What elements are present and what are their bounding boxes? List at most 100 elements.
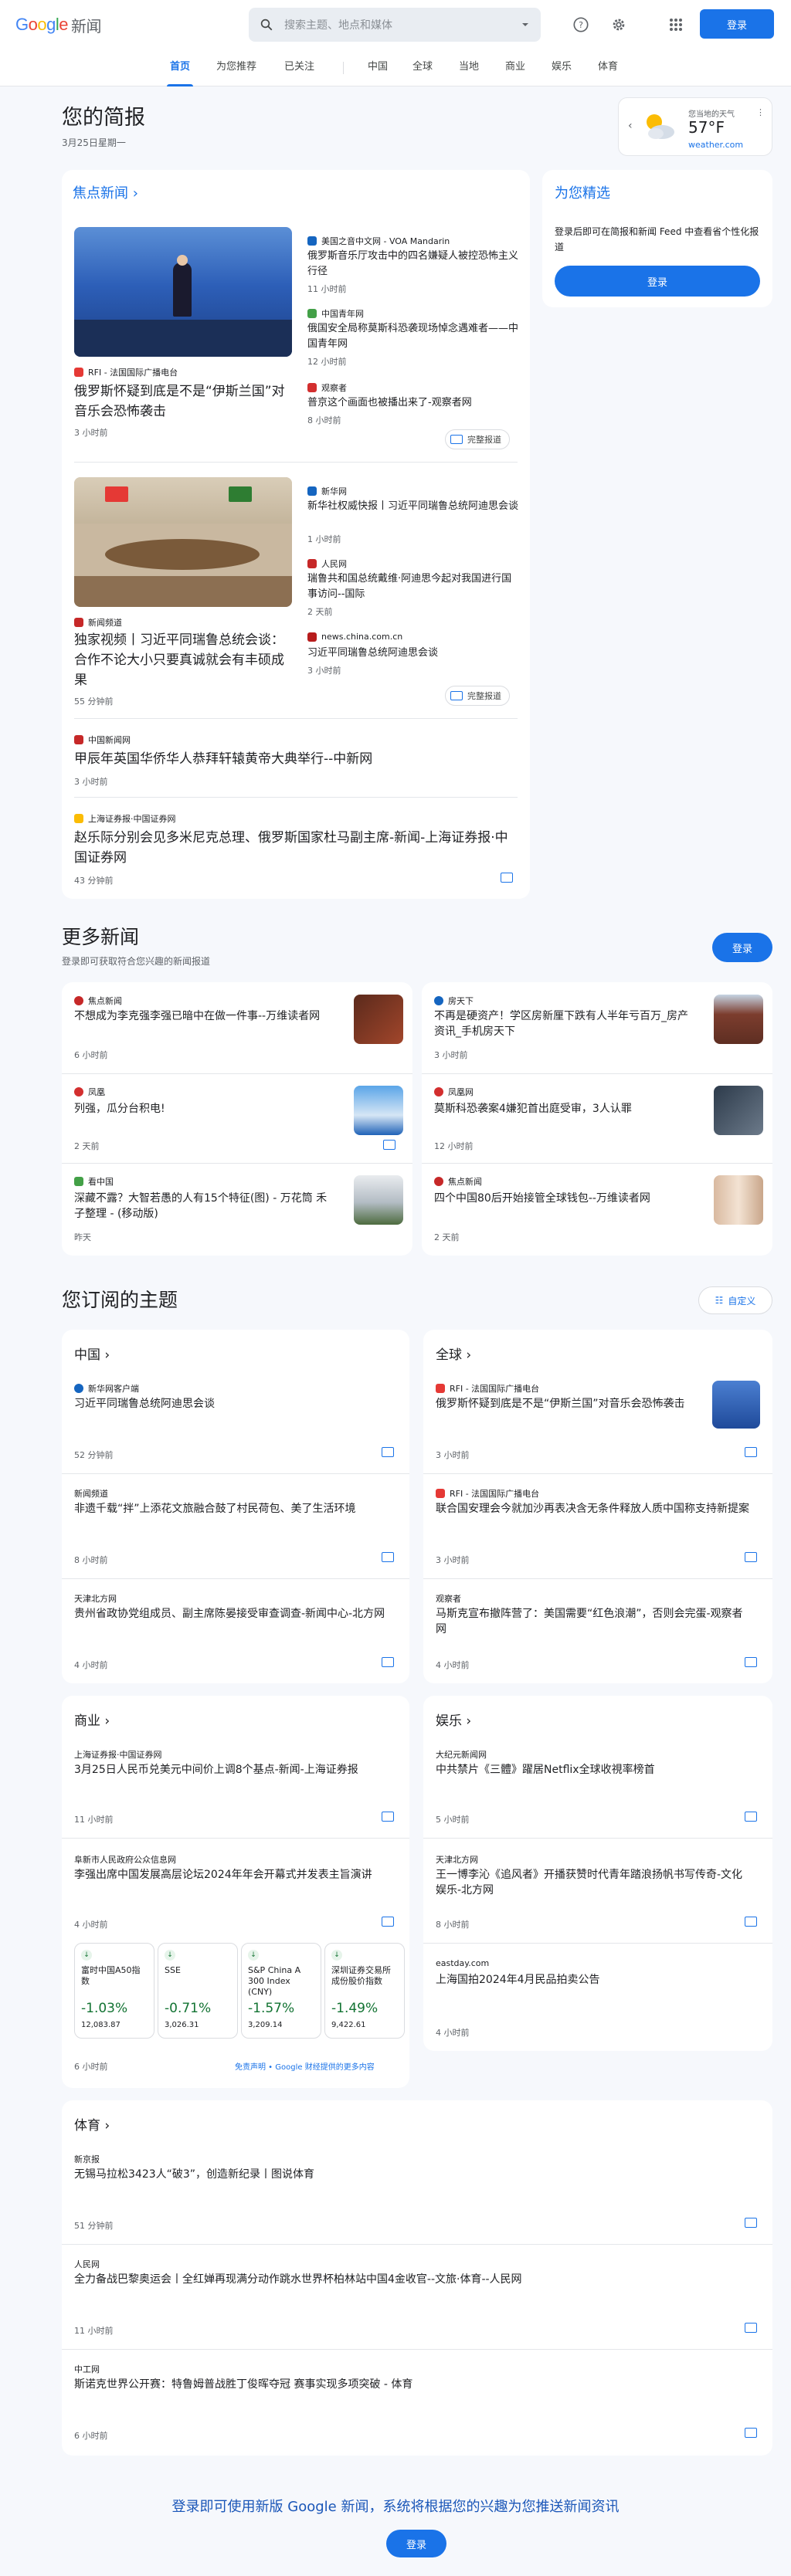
search-icon[interactable]: [260, 18, 273, 32]
story-headline[interactable]: 上海国拍2024年4月民品拍卖公告: [436, 1972, 752, 1988]
stock-change: -1.49%: [331, 2001, 379, 2016]
story-headline[interactable]: 普京这个画面也被播出来了-观察者网: [307, 395, 519, 411]
story-headline[interactable]: 斯诺克世界公开赛：特鲁姆普战胜丁俊晖夺冠 赛事实现多项突破 - 体育: [74, 2377, 754, 2392]
tab-entertainment[interactable]: 娱乐: [552, 60, 572, 86]
story-headline[interactable]: 俄罗斯音乐厅攻击中的四名嫌疑人被控恐怖主义行径: [307, 249, 519, 280]
story-headline[interactable]: 无锡马拉松3423人“破3”，创造新纪录丨图说体育: [74, 2167, 754, 2182]
story-headline[interactable]: 四个中国80后开始接管全球钱包--万维读者网: [434, 1191, 689, 1206]
story-thumbnail[interactable]: [714, 1086, 763, 1135]
story-image-meeting[interactable]: [74, 477, 292, 607]
story-headline[interactable]: 不再是硬资产！学区房新厘下跌有人半年亏百万_房产资讯_手机房天下: [434, 1008, 689, 1039]
story-headline[interactable]: 3月25日人民币兑美元中间价上调8个基点-新闻-上海证券报: [74, 1762, 391, 1778]
story-headline[interactable]: 非遗千载“拌”上添花文旅融合鼓了村民荷包、美了生活环境: [74, 1501, 391, 1517]
topic-link-entertainment[interactable]: 娱乐 ›: [436, 1710, 471, 1729]
full-coverage-icon[interactable]: [382, 1812, 394, 1822]
tab-for-you[interactable]: 为您推荐: [216, 60, 256, 86]
story-headline[interactable]: 俄罗斯怀疑到底是不是“伊斯兰国”对音乐会恐怖袭击: [436, 1396, 701, 1412]
top-stories-link[interactable]: 焦点新闻 ›: [73, 182, 138, 202]
topic-link-business[interactable]: 商业 ›: [74, 1710, 110, 1729]
story-headline[interactable]: 不想成为李克强李强已暗中在做一件事--万维读者网: [74, 1008, 329, 1024]
tab-home[interactable]: 首页: [166, 60, 194, 86]
stock-card[interactable]: ↓ S&P China A 300 Index (CNY) -1.57% 3,2…: [241, 1943, 321, 2039]
help-icon[interactable]: ?: [569, 12, 593, 37]
full-coverage-icon[interactable]: [745, 1447, 757, 1457]
dropdown-arrow-icon[interactable]: [521, 20, 530, 29]
weather-source-link[interactable]: weather.com: [688, 140, 743, 150]
customize-button[interactable]: ☷ 自定义: [698, 1286, 772, 1314]
story-source: news.china.com.cn: [307, 632, 402, 642]
story-headline[interactable]: 瑞鲁共和国总统戴维·阿迪思今起对我国进行国事访问--国际: [307, 571, 519, 602]
story-headline[interactable]: 俄国安全局称莫斯科恐袭现场悼念遇难者——中国青年网: [307, 321, 519, 352]
story-thumbnail[interactable]: [712, 1381, 760, 1429]
story-headline[interactable]: 俄罗斯怀疑到底是不是“伊斯兰国”对音乐会恐怖袭击: [74, 381, 292, 422]
chevron-left-icon[interactable]: ‹: [628, 120, 633, 132]
divider: [422, 1163, 772, 1164]
story-headline[interactable]: 习近平同瑞鲁总统阿迪思会谈: [307, 646, 519, 661]
tab-sports[interactable]: 体育: [598, 60, 618, 86]
story-thumbnail[interactable]: [354, 995, 403, 1044]
story-thumbnail[interactable]: [714, 1175, 763, 1225]
full-coverage-icon[interactable]: [745, 1917, 757, 1927]
full-coverage-icon[interactable]: [745, 1552, 757, 1562]
tab-world[interactable]: 全球: [412, 60, 433, 86]
full-coverage-icon[interactable]: [745, 2218, 757, 2228]
full-coverage-icon[interactable]: [745, 2323, 757, 2333]
topic-link-china[interactable]: 中国 ›: [74, 1344, 110, 1363]
full-coverage-button[interactable]: 完整报道: [445, 686, 510, 706]
story-headline[interactable]: 深藏不露？大智若愚的人有15个特征(图) - 万花筒 禾子整理 - (移动版): [74, 1191, 329, 1222]
topic-link-sports[interactable]: 体育 ›: [74, 2114, 110, 2134]
full-coverage-icon[interactable]: [382, 1657, 394, 1667]
tab-following[interactable]: 已关注: [284, 60, 314, 86]
story-thumbnail[interactable]: [354, 1086, 403, 1135]
story-time: 3 小时前: [74, 777, 108, 787]
story-headline[interactable]: 独家视频丨习近平同瑞鲁总统会谈：合作不论大小只要真诚就会有丰硕成果: [74, 630, 292, 690]
tab-local[interactable]: 当地: [459, 60, 479, 86]
stock-card[interactable]: ↓ 富时中国A50指数 -1.03% 12,083.87: [74, 1943, 154, 2039]
footer-signin-button[interactable]: 登录: [386, 2530, 446, 2557]
story-headline[interactable]: 李强出席中国发展高层论坛2024年年会开幕式并发表主旨演讲: [74, 1867, 391, 1883]
stocks-disclaimer-link[interactable]: 免责声明 • Google 财经提供的更多内容: [235, 2060, 375, 2072]
stock-card[interactable]: ↓ SSE -0.71% 3,026.31: [158, 1943, 238, 2039]
full-coverage-icon[interactable]: [382, 1917, 394, 1927]
top-stories-card: 焦点新闻 › RFI - 法国国际广播电台 俄罗斯怀疑到底是不是“伊斯兰国”对音…: [62, 170, 530, 899]
full-coverage-icon[interactable]: [382, 1447, 394, 1457]
topic-link-world[interactable]: 全球 ›: [436, 1344, 471, 1363]
more-signin-button[interactable]: 登录: [712, 933, 772, 962]
tab-china[interactable]: 中国: [368, 60, 388, 86]
story-headline[interactable]: 列强，瓜分台积电!: [74, 1101, 329, 1117]
story-headline[interactable]: 联合国安理会今就加沙再表决含无条件释放人质中国称支持新提案: [436, 1501, 752, 1517]
story-headline[interactable]: 甲辰年英国华侨华人恭拜轩辕黄帝大典举行--中新网: [74, 749, 518, 769]
tab-business[interactable]: 商业: [505, 60, 525, 86]
picks-signin-button[interactable]: 登录: [555, 266, 760, 297]
story-time: 8 小时前: [307, 415, 341, 425]
full-coverage-icon[interactable]: [745, 1657, 757, 1667]
weather-widget[interactable]: ‹ 您当地的天气 57°F weather.com ⋮: [618, 97, 772, 156]
story-headline[interactable]: 全力备战巴黎奥运会丨全红婵再现满分动作跳水世界杯柏林站中国4金收官--文旅·体育…: [74, 2272, 754, 2287]
story-headline[interactable]: 莫斯科恐袭案4嫌犯首出庭受审，3人认罪: [434, 1101, 689, 1117]
stock-card[interactable]: ↓ 深圳证券交易所成份股价指数 -1.49% 9,422.61: [324, 1943, 405, 2039]
story-headline[interactable]: 王一博李沁《追风者》开播获赞时代青年踏浪扬帆书写传奇-文化娱乐-北方网: [436, 1867, 752, 1898]
story-headline[interactable]: 贵州省政协党组成员、副主席陈晏接受审查调查-新闻中心-北方网: [74, 1606, 391, 1622]
full-coverage-icon[interactable]: [745, 1812, 757, 1822]
search-box[interactable]: 搜索主题、地点和媒体: [249, 8, 541, 42]
story-headline[interactable]: 马斯克宣布撤阵营了：美国需要“红色浪潮”，否则会完蛋-观察者网: [436, 1606, 752, 1637]
signin-button[interactable]: 登录: [700, 9, 774, 39]
search-input[interactable]: 搜索主题、地点和媒体: [284, 17, 521, 32]
story-image-concert[interactable]: [74, 227, 292, 357]
full-coverage-icon[interactable]: [501, 873, 513, 883]
full-coverage-icon[interactable]: [745, 2428, 757, 2438]
google-news-logo[interactable]: Google 新闻: [15, 12, 102, 37]
story-headline[interactable]: 习近平同瑞鲁总统阿迪思会谈: [74, 1396, 391, 1412]
story-headline[interactable]: 新华社权威快报丨习近平同瑞鲁总统阿迪思会谈: [307, 499, 519, 514]
story-source: 美国之音中文网 - VOA Mandarin: [307, 235, 450, 247]
story-thumbnail[interactable]: [714, 995, 763, 1044]
full-coverage-icon[interactable]: [383, 1140, 396, 1150]
apps-grid-icon[interactable]: [664, 12, 688, 37]
story-headline[interactable]: 中共禁片《三體》躍居Netflix全球收視率榜首: [436, 1762, 752, 1778]
settings-gear-icon[interactable]: [606, 12, 631, 37]
full-coverage-button[interactable]: 完整报道: [445, 429, 510, 449]
story-thumbnail[interactable]: [354, 1175, 403, 1225]
story-headline[interactable]: 赵乐际分别会见多米尼克总理、俄罗斯国家杜马副主席-新闻-上海证券报·中国证券网: [74, 828, 518, 868]
more-options-icon[interactable]: ⋮: [756, 107, 765, 117]
full-coverage-icon[interactable]: [382, 1552, 394, 1562]
